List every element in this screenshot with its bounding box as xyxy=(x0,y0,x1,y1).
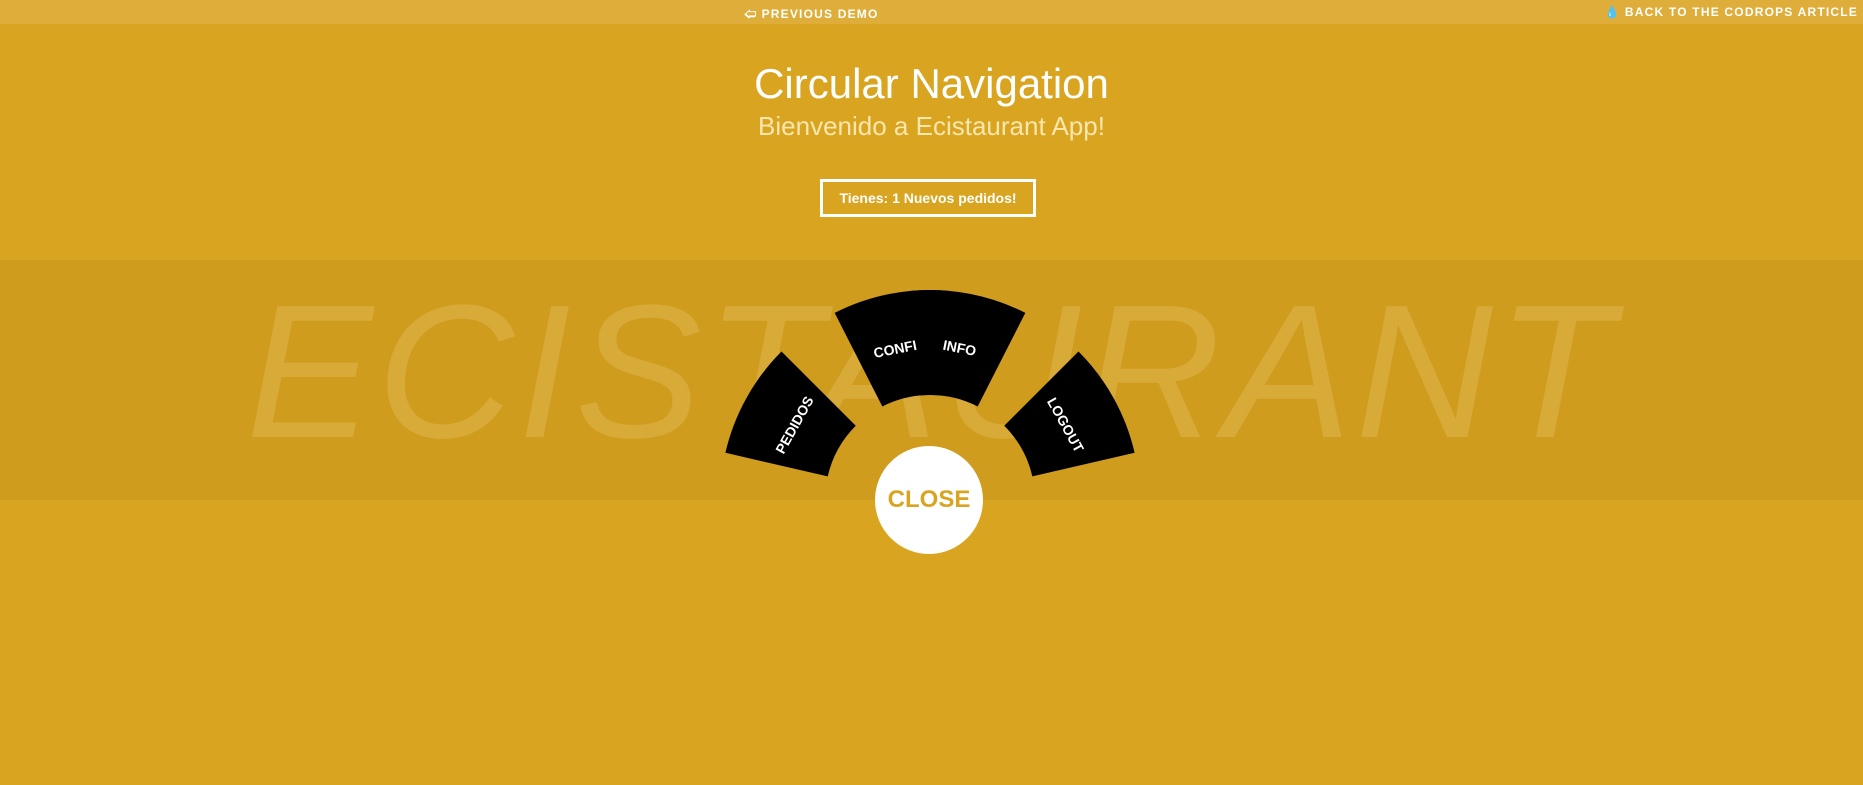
menu-item-logout[interactable]: LOGOUT xyxy=(1004,351,1135,477)
menu-item-pedidos[interactable]: PEDIDOS xyxy=(725,351,856,477)
circular-menu: PEDIDOSCONFIG INFOLOGOUT xyxy=(725,290,1135,477)
close-menu-button[interactable]: CLOSE xyxy=(875,446,983,554)
menu-item-info[interactable]: INFO xyxy=(911,290,1026,407)
